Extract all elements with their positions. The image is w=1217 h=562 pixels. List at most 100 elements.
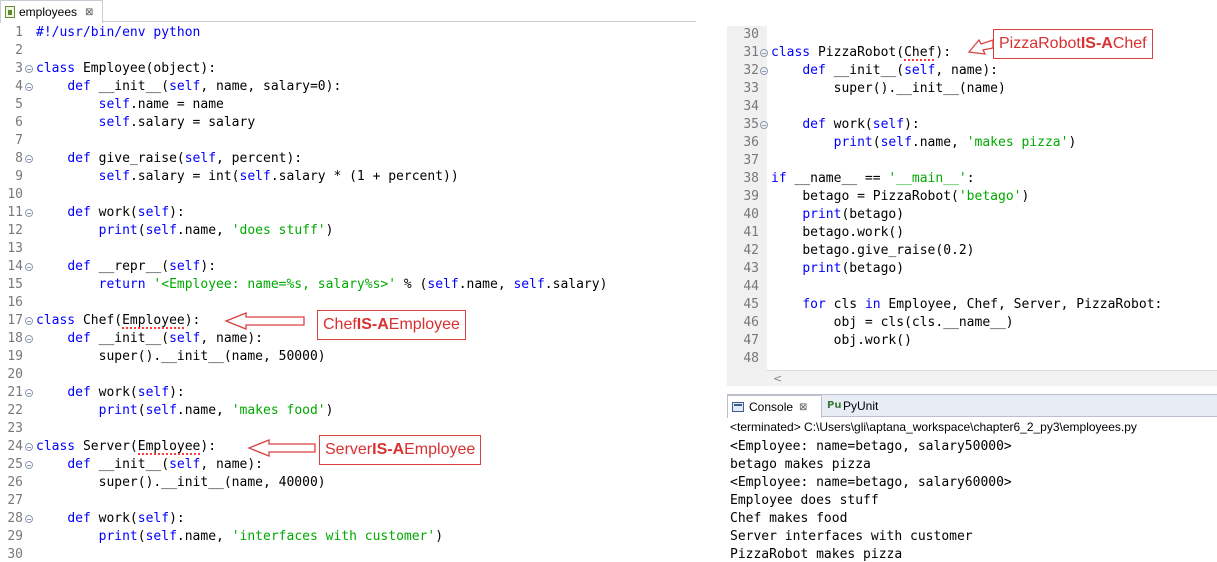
fold-collapse-icon[interactable]	[760, 49, 768, 57]
code-line[interactable]: 46 obj = cls(cls.__name__)	[727, 314, 1217, 332]
code-line[interactable]: 34	[727, 98, 1217, 116]
annotation-text: Chef	[1112, 35, 1147, 52]
code-line[interactable]: 41 betago.work()	[727, 224, 1217, 242]
code-line[interactable]: 28 def work(self):	[0, 510, 696, 528]
code-token: .name,	[176, 529, 232, 544]
fold-collapse-icon[interactable]	[25, 209, 33, 217]
line-number: 10	[7, 187, 23, 202]
code-line[interactable]: 14 def __repr__(self):	[0, 258, 696, 276]
code-token: )	[1021, 189, 1030, 204]
code-line[interactable]: 40 print(betago)	[727, 206, 1217, 224]
fold-collapse-icon[interactable]	[25, 389, 33, 397]
code-line[interactable]: 21 def work(self):	[0, 384, 696, 402]
code-line[interactable]: 20	[0, 366, 696, 384]
code-text: def work(self):	[36, 510, 184, 528]
code-line[interactable]: 19 super().__init__(name, 50000)	[0, 348, 696, 366]
code-line[interactable]: 7	[0, 132, 696, 150]
code-line[interactable]: 45 for cls in Employee, Chef, Server, Pi…	[727, 296, 1217, 314]
code-line[interactable]: 6 self.salary = salary	[0, 114, 696, 132]
code-line[interactable]: 22 print(self.name, 'makes food')	[0, 402, 696, 420]
code-line[interactable]: 1 #!/usr/bin/env python	[0, 24, 696, 42]
code-token: print	[833, 135, 873, 150]
code-line[interactable]: 12 print(self.name, 'does stuff')	[0, 222, 696, 240]
code-text: for cls in Employee, Chef, Server, Pizza…	[771, 296, 1162, 314]
code-line[interactable]: 8 def give_raise(self, percent):	[0, 150, 696, 168]
code-line[interactable]: 4 def __init__(self, name, salary=0):	[0, 78, 696, 96]
line-number: 17	[7, 313, 23, 328]
console-view[interactable]: Console ⊠ Pu PyUnit <terminated> C:\User…	[727, 394, 1217, 562]
line-number: 31	[743, 45, 759, 60]
code-line[interactable]: 9 self.salary = int(self.salary * (1 + p…	[0, 168, 696, 186]
fold-collapse-icon[interactable]	[25, 65, 33, 73]
error-underlined-token: Employee	[122, 313, 185, 328]
code-line[interactable]: 43 print(betago)	[727, 260, 1217, 278]
line-number: 29	[7, 529, 23, 544]
fold-collapse-icon[interactable]	[25, 461, 33, 469]
code-token: __init__(	[90, 79, 170, 94]
fold-collapse-icon[interactable]	[760, 121, 768, 129]
code-line[interactable]: 47 obj.work()	[727, 332, 1217, 350]
fold-collapse-icon[interactable]	[25, 443, 33, 451]
code-line[interactable]: 27	[0, 492, 696, 510]
code-text: self.name = name	[36, 96, 224, 114]
console-tab-strip: Console ⊠ Pu PyUnit	[727, 395, 1217, 418]
fold-collapse-icon[interactable]	[25, 155, 33, 163]
scroll-left-icon[interactable]: <	[773, 372, 782, 385]
fold-collapse-icon[interactable]	[25, 515, 33, 523]
code-line[interactable]: 39 betago = PizzaRobot('betago')	[727, 188, 1217, 206]
code-line[interactable]: 26 super().__init__(name, 40000)	[0, 474, 696, 492]
code-line[interactable]: 3 class Employee(object):	[0, 60, 696, 78]
editor-tab-employees[interactable]: employees ⊠	[0, 0, 103, 23]
code-line[interactable]: 36 print(self.name, 'makes pizza')	[727, 134, 1217, 152]
code-line[interactable]: 10	[0, 186, 696, 204]
fold-collapse-icon[interactable]	[25, 317, 33, 325]
close-icon[interactable]: ⊠	[799, 402, 807, 413]
console-line: Chef makes food	[730, 511, 848, 526]
code-line[interactable]: 11 def work(self):	[0, 204, 696, 222]
line-number: 9	[15, 169, 23, 184]
code-token: print	[802, 261, 842, 276]
code-token: self	[169, 259, 201, 274]
code-line[interactable]: 42 betago.give_raise(0.2)	[727, 242, 1217, 260]
code-line[interactable]: 35 def work(self):	[727, 116, 1217, 134]
fold-collapse-icon[interactable]	[25, 83, 33, 91]
tab-console[interactable]: Console ⊠	[727, 395, 822, 418]
code-line[interactable]: 30	[0, 546, 696, 562]
fold-collapse-icon[interactable]	[760, 67, 768, 75]
code-line[interactable]: 13	[0, 240, 696, 258]
code-line[interactable]: 29 print(self.name, 'interfaces with cus…	[0, 528, 696, 546]
code-line[interactable]: 44	[727, 278, 1217, 296]
code-line[interactable]: 32 def __init__(self, name):	[727, 62, 1217, 80]
code-area[interactable]: 30 31 class PizzaRobot(Chef): 32 def __init…	[727, 26, 1217, 368]
code-line[interactable]: 38 if __name__ == '__main__':	[727, 170, 1217, 188]
code-line[interactable]: 2	[0, 42, 696, 60]
code-token: class	[771, 45, 811, 60]
right-editor-pane[interactable]: 30 31 class PizzaRobot(Chef): 32 def __init…	[727, 26, 1217, 386]
fold-collapse-icon[interactable]	[25, 335, 33, 343]
code-line[interactable]: 5 self.name = name	[0, 96, 696, 114]
close-icon[interactable]: ⊠	[85, 7, 93, 18]
code-token: in	[864, 297, 881, 312]
editor-tab-label: employees	[19, 5, 78, 19]
console-output[interactable]: <Employee: name=betago, salary50000> bet…	[730, 438, 1012, 562]
code-line[interactable]: 37	[727, 152, 1217, 170]
line-number: 30	[7, 547, 23, 562]
code-token: (betago)	[841, 207, 905, 222]
code-line[interactable]: 48	[727, 350, 1217, 368]
horizontal-scrollbar[interactable]: <	[767, 370, 1217, 386]
code-text: class PizzaRobot(Chef):	[771, 44, 951, 62]
code-token: self	[145, 529, 177, 544]
line-number: 13	[7, 241, 23, 256]
line-number: 15	[7, 277, 23, 292]
python-file-icon	[5, 6, 15, 18]
fold-collapse-icon[interactable]	[25, 263, 33, 271]
code-line[interactable]: 15 return '<Employee: name=%s, salary%s>…	[0, 276, 696, 294]
code-area[interactable]: 1 #!/usr/bin/env python 2 3 class Employee(o…	[0, 24, 696, 562]
code-token: self	[872, 117, 905, 132]
code-token: super().__init__(name, 50000)	[98, 349, 326, 364]
code-token: betago.work()	[802, 225, 905, 240]
code-line[interactable]: 33 super().__init__(name)	[727, 80, 1217, 98]
left-editor-pane[interactable]: employees ⊠ 1 #!/usr/bin/env python 2 3 clas…	[0, 0, 696, 562]
tab-pyunit[interactable]: Pu PyUnit	[823, 395, 887, 417]
